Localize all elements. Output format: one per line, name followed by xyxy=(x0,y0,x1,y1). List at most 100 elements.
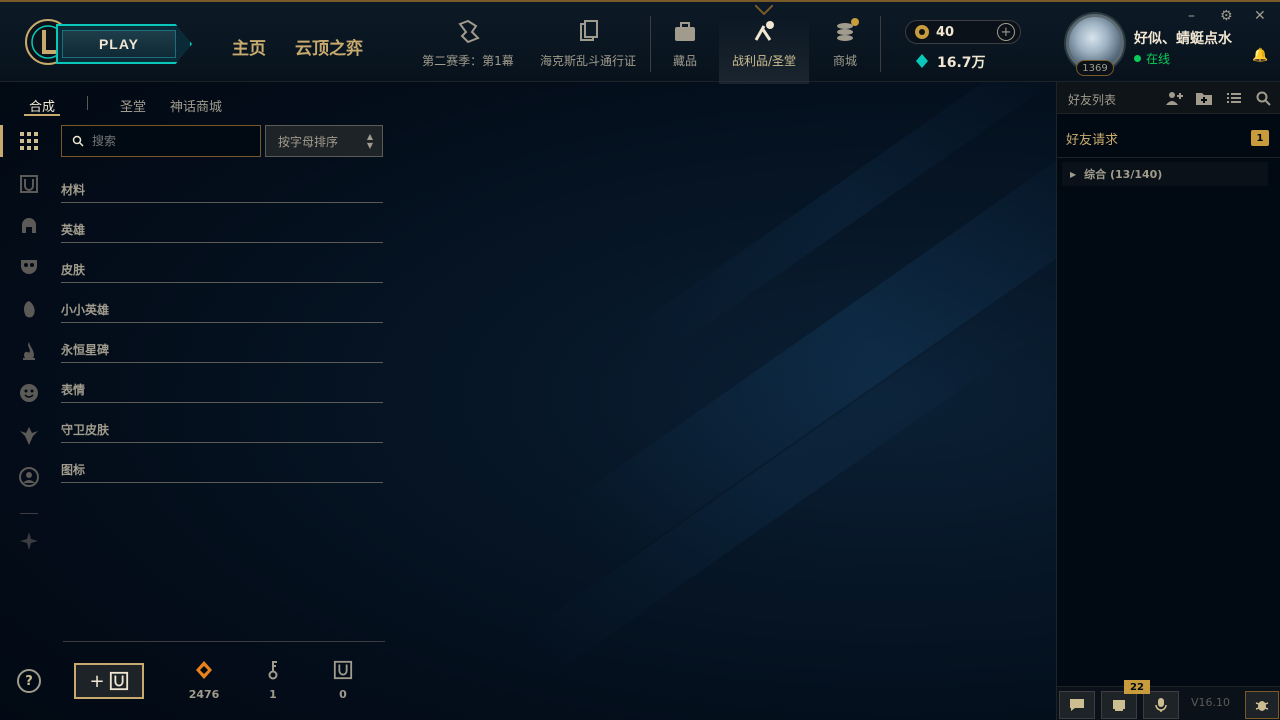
notification-bell-icon[interactable]: 🔔 xyxy=(1252,48,1268,63)
friends-title: 好友列表 xyxy=(1068,93,1117,107)
tab-separator xyxy=(87,96,88,110)
chest-icon xyxy=(109,671,128,691)
search-input[interactable] xyxy=(92,134,252,148)
client-version: V16.10 xyxy=(1191,696,1231,709)
chest-icon xyxy=(333,660,353,680)
bug-report-button[interactable] xyxy=(1245,691,1279,719)
bottom-divider xyxy=(63,641,385,642)
nav-home[interactable]: 主页 xyxy=(232,34,266,59)
bug-icon xyxy=(1255,701,1269,711)
category-eternals[interactable]: 永恒星碑 xyxy=(61,341,383,363)
buy-rp-button[interactable]: + xyxy=(997,23,1015,41)
store-icon xyxy=(837,18,859,41)
level-badge: 1369 xyxy=(1076,60,1114,76)
category-materials[interactable]: 材料 xyxy=(61,181,383,203)
key-icon xyxy=(268,661,278,680)
top-navigation-bar: PLAY 主页 云顶之弈 第二赛季：第1幕 海克斯乱斗通行证 藏品 战利品/圣堂… xyxy=(0,0,1280,84)
summoner-name[interactable]: 好似、蜻蜓点水 xyxy=(1134,28,1232,48)
season-pass-icon xyxy=(458,19,480,44)
rp-icon xyxy=(914,24,930,40)
mythic-emblem-icon[interactable] xyxy=(18,530,40,552)
missions-button[interactable] xyxy=(1101,691,1137,719)
friend-requests-badge: 1 xyxy=(1251,130,1269,146)
friend-group-label: 综合 (13/140) xyxy=(1084,168,1163,181)
nav-season-pass[interactable]: 第二赛季：第1幕 xyxy=(418,16,518,84)
status-label: 在线 xyxy=(1146,52,1171,66)
orange-essence-counter: 2476 xyxy=(184,660,224,701)
category-little-legends[interactable]: 小小英雄 xyxy=(61,301,383,323)
search-icon xyxy=(72,135,84,147)
skin-mask-icon[interactable] xyxy=(18,255,40,277)
loot-icon xyxy=(754,21,774,41)
side-divider xyxy=(20,513,38,514)
sort-dropdown[interactable]: 按字母排序 ▲ ▼ xyxy=(265,125,383,157)
friends-footer xyxy=(1057,686,1280,720)
nav-tft[interactable]: 云顶之弈 xyxy=(295,34,363,59)
online-dot-icon xyxy=(1134,55,1141,62)
chest-counter: 0 xyxy=(323,660,363,701)
eternals-flame-icon[interactable] xyxy=(18,340,40,362)
emote-smiley-icon[interactable] xyxy=(18,382,40,404)
sort-arrows-icon: ▲ ▼ xyxy=(366,132,373,150)
chat-bubble-icon xyxy=(1070,699,1084,711)
blue-essence-icon xyxy=(914,53,930,69)
add-friend-icon[interactable] xyxy=(1165,90,1183,106)
nav-collection[interactable]: 藏品 xyxy=(660,16,710,84)
side-active-indicator xyxy=(0,125,3,157)
collection-icon xyxy=(675,22,695,41)
key-counter: 1 xyxy=(253,660,293,701)
blue-essence-value: 16.7万 xyxy=(937,55,986,71)
play-button[interactable]: PLAY xyxy=(56,24,192,64)
tab-mythic-shop[interactable]: 神话商城 xyxy=(170,96,222,115)
minimize-icon[interactable]: – xyxy=(1188,8,1195,24)
event-pass-icon xyxy=(580,20,598,41)
settings-gear-icon[interactable]: ⚙ xyxy=(1220,8,1233,24)
list-view-icon[interactable] xyxy=(1225,90,1243,106)
nav-loot[interactable]: 战利品/圣堂 xyxy=(719,16,809,84)
tab-sanctum[interactable]: 圣堂 xyxy=(120,96,146,115)
help-button[interactable]: ? xyxy=(17,669,41,693)
craft-key-button[interactable]: + xyxy=(74,663,144,699)
microphone-icon xyxy=(1155,698,1167,712)
category-ward-skins[interactable]: 守卫皮肤 xyxy=(61,421,383,443)
status-indicator[interactable]: 在线 xyxy=(1134,50,1170,67)
search-field[interactable] xyxy=(61,125,261,157)
tab-active-underline xyxy=(24,114,60,116)
all-items-grid-icon[interactable] xyxy=(18,130,40,152)
close-icon[interactable]: ✕ xyxy=(1254,8,1266,24)
little-legend-icon[interactable] xyxy=(18,298,40,320)
category-champions[interactable]: 英雄 xyxy=(61,221,383,243)
active-nav-indicator-icon xyxy=(754,0,774,16)
chest-filter-icon[interactable] xyxy=(18,173,40,195)
plus-icon: + xyxy=(89,670,105,692)
category-skins[interactable]: 皮肤 xyxy=(61,261,383,283)
category-icons[interactable]: 图标 xyxy=(61,461,383,483)
search-friends-icon[interactable] xyxy=(1255,90,1273,106)
category-emotes[interactable]: 表情 xyxy=(61,381,383,403)
champion-helmet-icon[interactable] xyxy=(18,215,40,237)
nav-divider xyxy=(880,16,881,72)
orange-essence-value: 2476 xyxy=(188,688,220,701)
nav-event-pass[interactable]: 海克斯乱斗通行证 xyxy=(535,16,641,84)
friend-group-general[interactable]: ▶ 综合 (13/140) xyxy=(1062,162,1268,186)
play-button-label: PLAY xyxy=(98,36,140,52)
notification-count-badge: 22 xyxy=(1124,680,1150,694)
sort-dropdown-label: 按字母排序 xyxy=(278,134,339,149)
profile-icon-filter-icon[interactable] xyxy=(18,466,40,488)
caret-right-icon: ▶ xyxy=(1070,169,1077,179)
key-value: 1 xyxy=(269,688,277,701)
friends-separator xyxy=(1057,157,1280,158)
ward-skin-icon[interactable] xyxy=(18,425,40,447)
nav-divider xyxy=(650,16,651,72)
friends-panel: 好友列表 好友请求 1 ▶ 综合 (13/140) xyxy=(1056,82,1280,720)
friends-header: 好友列表 xyxy=(1057,82,1280,114)
nav-store[interactable]: 商城 xyxy=(820,16,870,84)
rp-value: 40 xyxy=(936,25,955,40)
orange-essence-icon xyxy=(196,661,212,679)
add-folder-icon[interactable] xyxy=(1195,90,1213,106)
friend-requests-label[interactable]: 好友请求 xyxy=(1066,129,1118,148)
chest-value: 0 xyxy=(339,688,347,701)
chat-button[interactable] xyxy=(1059,691,1095,719)
tab-crafting[interactable]: 合成 xyxy=(29,96,55,115)
voice-button[interactable] xyxy=(1143,691,1179,719)
